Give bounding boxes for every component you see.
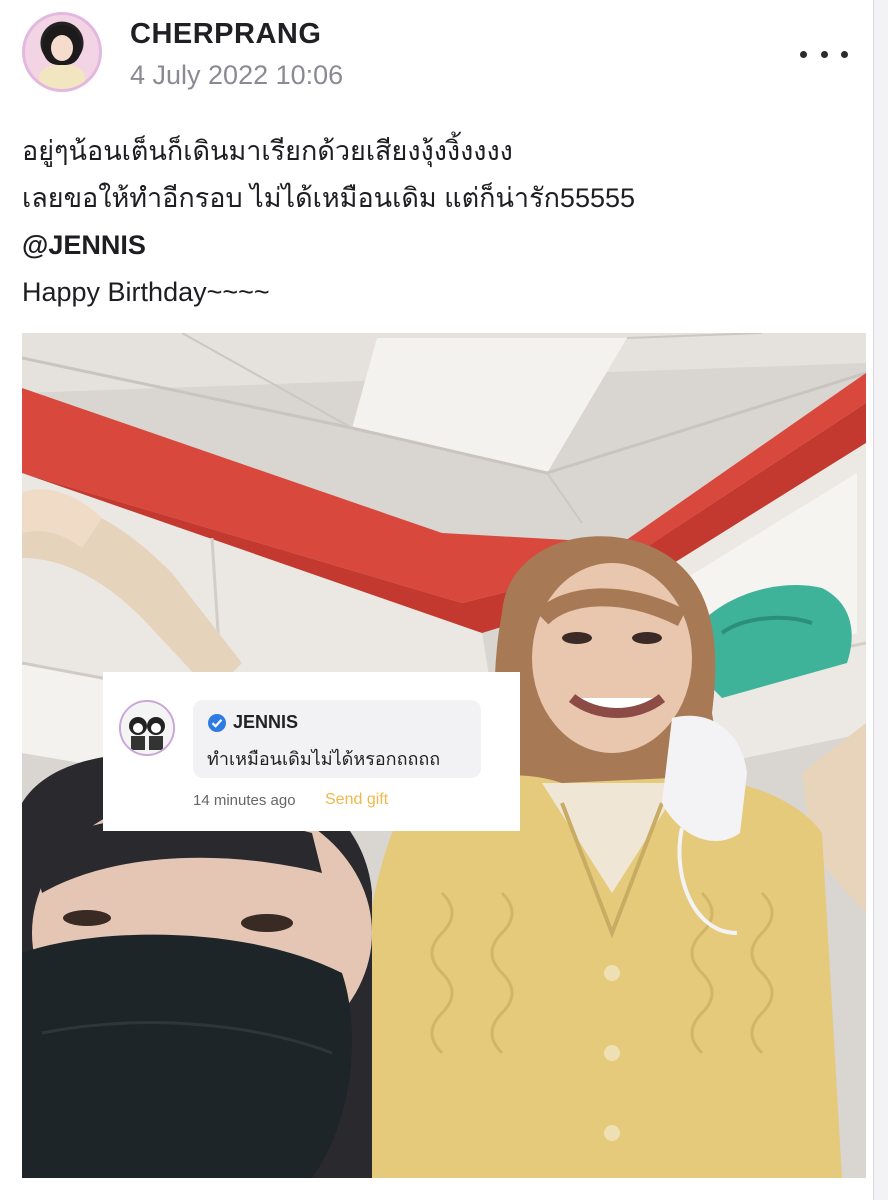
- commenter-avatar-art: [121, 702, 173, 754]
- more-horizontal-icon: [800, 50, 807, 58]
- comment-author[interactable]: JENNIS: [233, 712, 298, 733]
- post-greeting: Happy Birthday~~~~: [22, 277, 270, 307]
- comment-card: JENNIS ทำเหมือนเดิมไม่ได้หรอกถถถถ 14 min…: [103, 672, 520, 831]
- post-card: CHERPRANG 4 July 2022 10:06 อยู่ๆน้อนเต็…: [0, 0, 874, 1200]
- author-name[interactable]: CHERPRANG: [130, 18, 321, 51]
- commenter-avatar[interactable]: [119, 700, 175, 756]
- post-body: อยู่ๆน้อนเต็นก็เดินมาเรียกด้วยเสียงงุ้งง…: [22, 128, 852, 316]
- comment-text: ทำเหมือนเดิมไม่ได้หรอกถถถถ: [207, 749, 441, 769]
- more-horizontal-icon-dot: [820, 50, 828, 58]
- more-horizontal-icon-dot: [841, 50, 848, 58]
- comment-bubble: JENNIS ทำเหมือนเดิมไม่ได้หรอกถถถถ: [193, 700, 481, 778]
- avatar-face: [51, 35, 73, 61]
- more-options-button[interactable]: [800, 36, 848, 72]
- author-avatar[interactable]: [22, 12, 102, 92]
- mention-link[interactable]: @JENNIS: [22, 222, 852, 269]
- scrollbar[interactable]: [874, 0, 888, 1200]
- comment-time: 14 minutes ago: [193, 792, 296, 809]
- post-text-line: เลยขอให้ทำอีกรอบ ไม่ได้เหมือนเดิม แต่ก็น…: [22, 183, 636, 213]
- verified-badge-icon: [208, 714, 226, 732]
- post-timestamp: 4 July 2022 10:06: [130, 60, 344, 90]
- post-text-line: อยู่ๆน้อนเต็นก็เดินมาเรียกด้วยเสียงงุ้งง…: [22, 136, 513, 166]
- avatar-dress: [39, 65, 85, 89]
- send-gift-button[interactable]: Send gift: [325, 791, 388, 809]
